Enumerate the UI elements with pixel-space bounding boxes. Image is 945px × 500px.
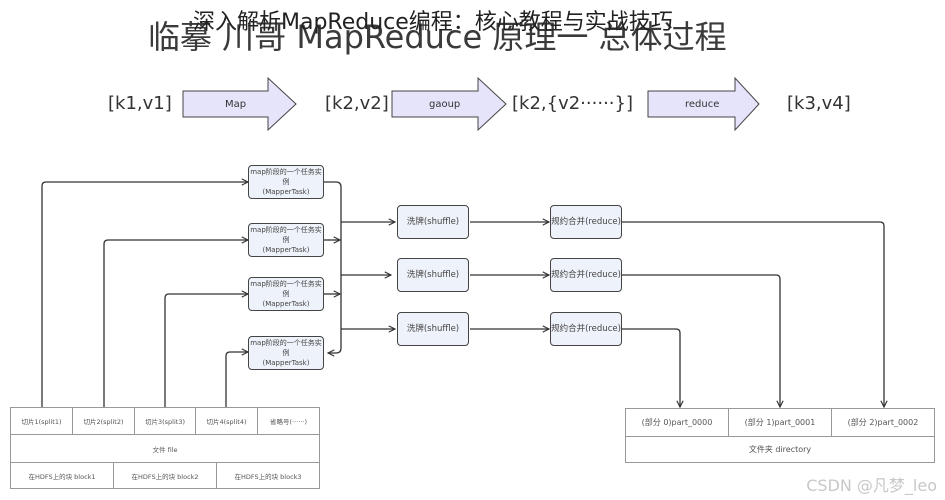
- reduce2-to-part1-line: [622, 274, 780, 407]
- mapper-task-label: map阶段的一个任务实例: [250, 339, 322, 357]
- block-cell: 在HDFS上的块 block2: [114, 463, 217, 489]
- reduce-box-1: 规约合并(reduce): [550, 205, 622, 239]
- mapper-task-3: map阶段的一个任务实例 (MapperTask): [248, 277, 324, 311]
- reduce3-to-part0-line: [622, 328, 680, 407]
- flow-kv1: [k1,v1]: [108, 93, 172, 114]
- split-cell: 切片3(split3): [135, 408, 196, 435]
- mapper-task-sublabel: (MapperTask): [262, 359, 310, 367]
- reduce-box-3: 规约合并(reduce): [550, 312, 622, 346]
- flow-kv4: [k3,v4]: [787, 93, 851, 114]
- split-cell: 切片4(split4): [196, 408, 258, 435]
- flow-kv3: [k2,{v2······}]: [512, 93, 633, 114]
- split-ellipsis-cell: 省略号(······): [258, 408, 319, 435]
- reduce-box-2: 规约合并(reduce): [550, 258, 622, 292]
- csdn-watermark: CSDN @凡梦_leo: [806, 476, 937, 495]
- mapper-task-label: map阶段的一个任务实例: [250, 226, 322, 244]
- reduce1-to-part2-line: [622, 221, 884, 407]
- flow-step-reduce: reduce: [685, 99, 720, 110]
- flow-step-group: gaoup: [429, 99, 461, 110]
- mapper-task-label: map阶段的一个任务实例: [250, 168, 322, 186]
- mapper-task-label: map阶段的一个任务实例: [250, 280, 322, 298]
- part-cell: (部分 0)part_0000: [626, 409, 729, 437]
- part-cell: (部分 1)part_0001: [729, 409, 832, 437]
- flow-kv2: [k2,v2]: [325, 93, 389, 114]
- shuffle-box-2: 洗牌(shuffle): [397, 258, 469, 292]
- part-cell: (部分 2)part_0002: [832, 409, 934, 437]
- split-cell: 切片2(split2): [73, 408, 135, 435]
- mapper-task-2: map阶段的一个任务实例 (MapperTask): [248, 223, 324, 257]
- block-cell: 在HDFS上的块 block3: [234, 473, 302, 481]
- input-file-table: 切片1(split1) 切片2(split2) 切片3(split3) 切片4(…: [10, 407, 320, 489]
- block-cell: 在HDFS上的块 block1: [11, 463, 114, 489]
- mapper-task-4: map阶段的一个任务实例 (MapperTask): [248, 336, 324, 370]
- flow-step-map: Map: [225, 99, 247, 110]
- output-directory-table: (部分 0)part_0000 (部分 1)part_0001 (部分 2)pa…: [625, 408, 935, 463]
- mapper-task-sublabel: (MapperTask): [262, 300, 310, 308]
- mapper1-to-bus-line: [324, 181, 342, 353]
- file-cell: 文件 file: [11, 435, 319, 463]
- mapper-task-sublabel: (MapperTask): [262, 188, 310, 196]
- mapper-task-1: map阶段的一个任务实例 (MapperTask): [248, 165, 324, 199]
- mapper-task-sublabel: (MapperTask): [262, 246, 310, 254]
- shuffle-box-1: 洗牌(shuffle): [397, 205, 469, 239]
- shuffle-box-3: 洗牌(shuffle): [397, 312, 469, 346]
- split-cell: 切片1(split1): [11, 408, 73, 435]
- split3-to-mapper3-line: [164, 294, 248, 407]
- split4-to-mapper4-line: [225, 352, 248, 407]
- directory-cell: 文件夹 directory: [748, 445, 812, 454]
